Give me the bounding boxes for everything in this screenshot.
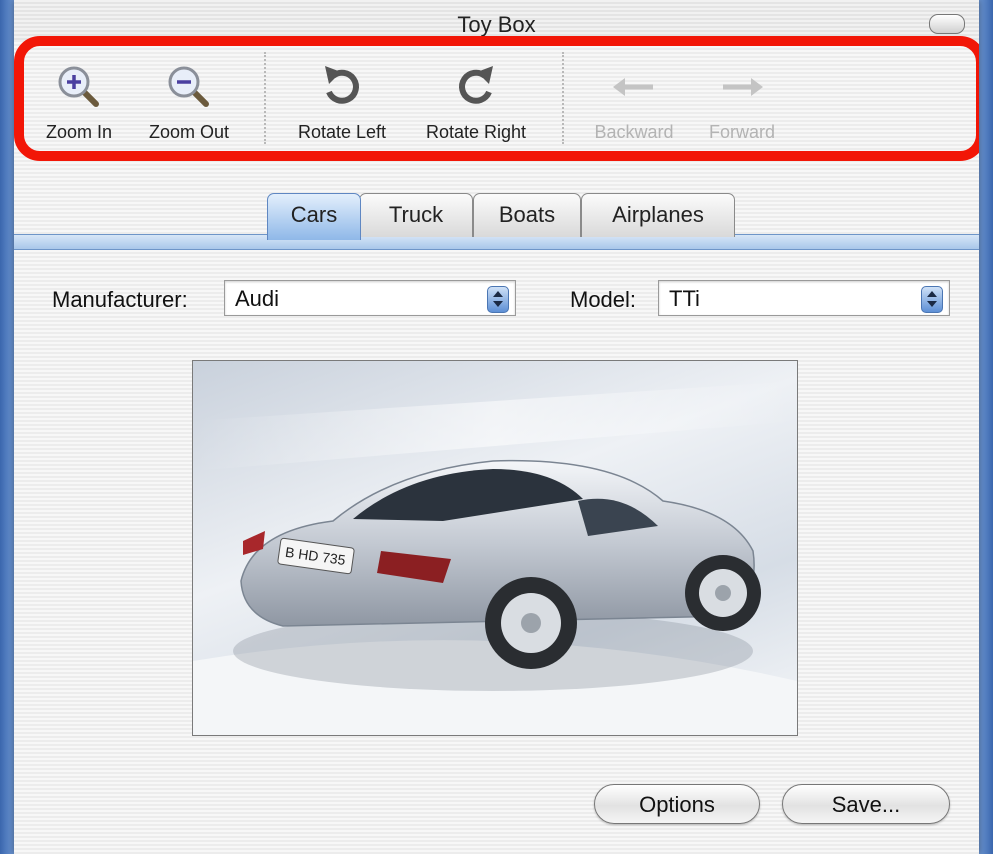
model-value: TTi (669, 286, 700, 311)
rotate-right-icon (414, 62, 538, 122)
zoom-out-button[interactable]: Zoom Out (138, 62, 240, 143)
toolbar-separator (562, 52, 564, 144)
arrow-right-icon (700, 62, 784, 122)
zoom-in-icon (36, 62, 122, 122)
manufacturer-popup[interactable]: Audi (224, 280, 516, 316)
zoom-out-label: Zoom Out (148, 122, 230, 142)
forward-label: Forward (708, 122, 775, 142)
manufacturer-label: Manufacturer: (52, 287, 188, 312)
tab-cars[interactable]: Cars (267, 193, 361, 240)
model-popup[interactable]: TTi (658, 280, 950, 316)
zoom-in-label: Zoom In (45, 122, 113, 142)
rotate-left-button[interactable]: Rotate Left (286, 62, 398, 143)
options-button[interactable]: Options (594, 784, 760, 824)
popup-arrows-icon (487, 286, 509, 313)
toy-box-window: Toy Box Zoom In Zoom Out Rotate Left Rot… (14, 0, 979, 854)
rotate-left-icon (286, 62, 398, 122)
zoom-in-button[interactable]: Zoom In (36, 62, 122, 143)
rotate-right-label: Rotate Right (425, 122, 527, 142)
car-illustration: B HD 735 (193, 381, 797, 735)
desktop-background (979, 0, 993, 854)
tab-boats[interactable]: Boats (473, 193, 581, 237)
forward-button[interactable]: Forward (700, 62, 784, 143)
toolbar: Zoom In Zoom Out Rotate Left Rotate Righ… (14, 40, 979, 155)
model-label: Model: (570, 287, 637, 312)
backward-button[interactable]: Backward (586, 62, 682, 143)
tab-truck[interactable]: Truck (359, 193, 473, 237)
manufacturer-value: Audi (235, 286, 280, 311)
tab-airplanes[interactable]: Airplanes (581, 193, 735, 237)
window-title: Toy Box (457, 12, 536, 37)
rotate-right-button[interactable]: Rotate Right (414, 62, 538, 143)
arrow-left-icon (586, 62, 682, 122)
rotate-left-label: Rotate Left (297, 122, 387, 142)
save-button[interactable]: Save... (782, 784, 950, 824)
zoom-out-icon (138, 62, 240, 122)
backward-label: Backward (594, 122, 674, 142)
desktop-background (0, 0, 14, 854)
title-bar[interactable]: Toy Box (14, 0, 979, 40)
popup-arrows-icon (921, 286, 943, 313)
toolbar-toggle-button[interactable] (929, 14, 965, 34)
car-photo: B HD 735 (192, 360, 798, 736)
toolbar-separator (264, 52, 266, 144)
